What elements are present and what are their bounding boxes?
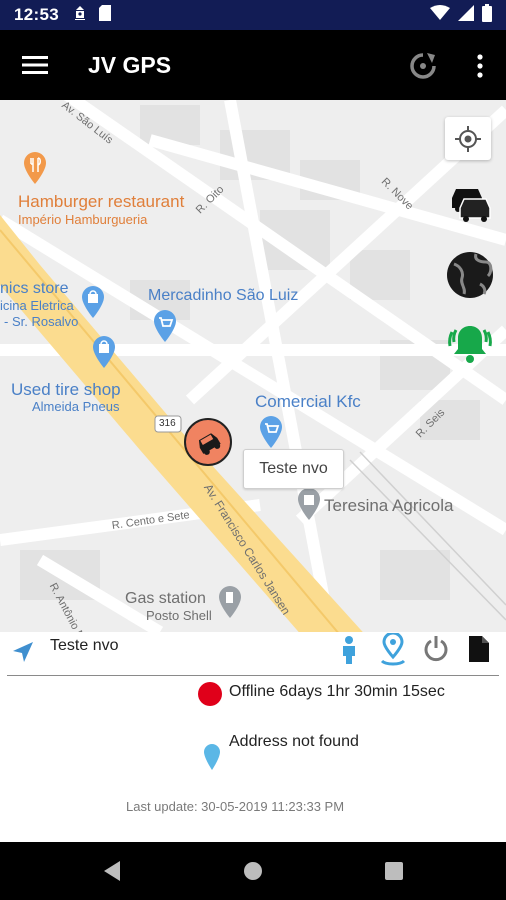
device-info-panel: Teste nvo Offline 6days 1hr 30min 15sec … — [0, 632, 506, 842]
poi-gas-name[interactable]: Gas station — [125, 590, 206, 608]
recents-icon[interactable] — [382, 859, 406, 883]
system-nav-bar — [0, 842, 506, 900]
refresh-button[interactable] — [404, 47, 442, 85]
map-view[interactable]: Hamburger restaurant Império Hamburgueri… — [0, 100, 506, 632]
signal-icon — [458, 4, 474, 26]
poi-comercial[interactable]: Comercial Kfc — [255, 392, 361, 412]
poi-used-tire-name[interactable]: Used tire shop — [11, 380, 121, 400]
device-header-row: Teste nvo — [0, 632, 506, 674]
status-time: 12:53 — [14, 5, 59, 24]
person-icon[interactable] — [336, 634, 362, 666]
menu-button[interactable] — [0, 30, 70, 100]
panel-divider — [7, 675, 499, 676]
vehicle-marker[interactable] — [184, 418, 232, 466]
shopping-pin-icon[interactable] — [258, 416, 284, 453]
road-shield-label: 316 — [159, 418, 176, 429]
map-type-button[interactable] — [446, 250, 494, 300]
vehicle-info-bubble[interactable]: Teste nvo — [243, 449, 344, 489]
last-update-text: Last update: 30-05-2019 11:23:33 PM — [126, 799, 345, 814]
navigation-arrow-icon — [10, 639, 36, 665]
address-text: Address not found — [229, 733, 359, 750]
device-name: Teste nvo — [50, 637, 119, 654]
vehicles-icon — [452, 189, 491, 222]
vehicles-button[interactable] — [446, 178, 494, 228]
app-bar: JV GPS — [0, 30, 506, 100]
app-screen: 12:53 JV GPS Hamburger restaurant Impéri… — [0, 0, 506, 900]
restaurant-pin-icon[interactable] — [22, 152, 48, 189]
more-vert-icon — [477, 54, 483, 78]
poi-mercadinho[interactable]: Mercadinho São Luiz — [148, 287, 298, 305]
more-options-button[interactable] — [462, 47, 498, 85]
status-bar: 12:53 — [0, 0, 506, 30]
poi-gas-sub: Posto Shell — [146, 608, 212, 623]
shopping-pin-icon[interactable] — [91, 336, 117, 373]
notification-icon — [71, 4, 89, 27]
status-text: Offline 6days 1hr 30min 15sec — [229, 683, 445, 700]
poi-electronics-name[interactable]: nics store — [0, 280, 68, 298]
poi-hamburger-sub: Império Hamburgueria — [18, 212, 148, 227]
power-icon[interactable] — [422, 634, 450, 664]
crosshair-icon — [455, 125, 481, 152]
app-title: JV GPS — [88, 51, 172, 78]
shopping-pin-icon[interactable] — [80, 286, 106, 323]
alerts-button[interactable] — [446, 320, 494, 368]
my-location-button[interactable] — [445, 117, 491, 160]
menu-icon — [22, 56, 48, 74]
globe-icon — [447, 252, 493, 298]
wifi-icon — [430, 4, 450, 26]
back-icon[interactable] — [100, 859, 124, 883]
location-pin-icon[interactable] — [378, 632, 408, 668]
sd-card-icon — [98, 4, 112, 27]
poi-electronics-sub2: - Sr. Rosalvo — [4, 314, 79, 329]
document-icon[interactable] — [466, 634, 492, 664]
gas-pin-icon[interactable] — [217, 586, 243, 623]
poi-used-tire-sub: Almeida Pneus — [32, 399, 120, 414]
grey-pin-icon[interactable] — [296, 488, 322, 525]
refresh-icon — [410, 53, 436, 79]
poi-teresina[interactable]: Teresina Agricola — [324, 496, 453, 516]
car-icon — [198, 433, 221, 455]
offline-status-dot — [198, 682, 222, 706]
poi-electronics-sub1: icina Eletrica — [0, 298, 74, 313]
address-pin-icon — [203, 743, 221, 771]
shopping-pin-icon[interactable] — [152, 310, 178, 347]
poi-hamburger-name[interactable]: Hamburger restaurant — [18, 192, 184, 212]
battery-icon — [482, 3, 492, 27]
bell-alert-icon — [448, 326, 492, 363]
home-icon[interactable] — [241, 859, 265, 883]
